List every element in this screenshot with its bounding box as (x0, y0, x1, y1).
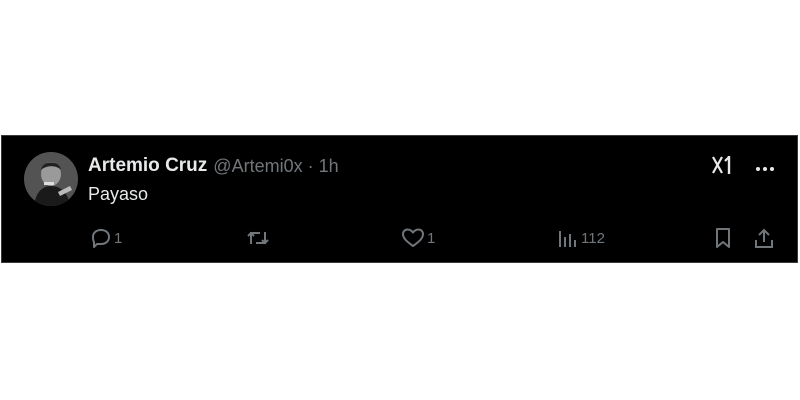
avatar[interactable] (24, 152, 78, 206)
retweet-icon (246, 227, 270, 249)
bookmark-button[interactable] (713, 224, 733, 252)
more-icon[interactable] (755, 159, 775, 177)
grok-icon[interactable] (711, 154, 735, 181)
timestamp[interactable]: 1h (319, 156, 339, 177)
tweet-header: Artemio Cruz @Artemi0x · 1h (88, 154, 339, 178)
like-icon (401, 227, 425, 249)
tweet-top-actions (711, 154, 775, 181)
share-icon (753, 227, 775, 249)
like-button[interactable]: 1 (401, 224, 435, 252)
views-button[interactable]: 112 (557, 224, 605, 252)
retweet-button[interactable] (246, 224, 270, 252)
reply-count: 1 (114, 229, 123, 247)
views-icon (557, 227, 579, 249)
tweet-text: Payaso (88, 184, 149, 204)
author-name[interactable]: Artemio Cruz (88, 155, 207, 177)
tweet-actions: 1 1 112 (2, 224, 797, 252)
reply-icon (90, 227, 112, 249)
tweet-card[interactable]: Artemio Cruz @Artemi0x · 1h Payaso 1 1 1… (1, 135, 798, 263)
share-button[interactable] (753, 224, 775, 252)
bookmark-icon (713, 227, 733, 249)
like-count: 1 (427, 229, 436, 247)
reply-button[interactable]: 1 (90, 224, 122, 252)
author-handle[interactable]: @Artemi0x (213, 156, 302, 177)
separator: · (307, 155, 314, 176)
views-count: 112 (581, 229, 605, 247)
